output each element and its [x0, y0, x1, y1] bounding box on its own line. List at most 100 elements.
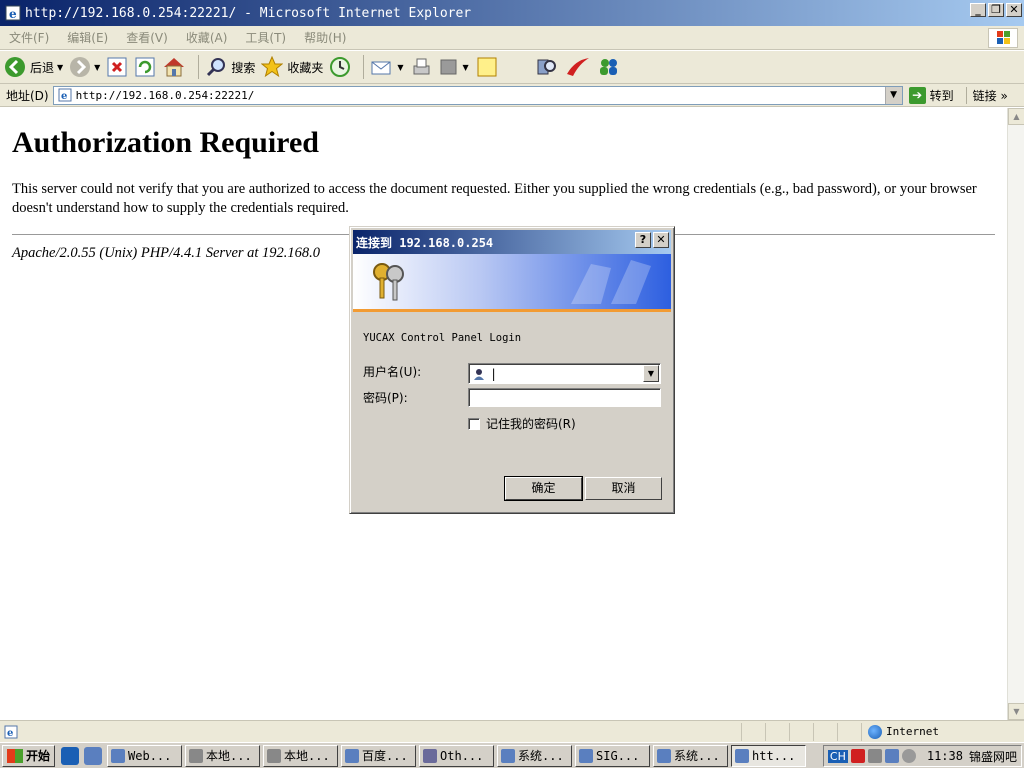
taskbar-item[interactable]: 本地... [263, 744, 339, 767]
page-body: This server could not verify that you ar… [12, 181, 977, 216]
scroll-down-icon[interactable]: ▼ [1008, 703, 1024, 720]
quicklaunch-ie-icon[interactable] [61, 746, 80, 765]
links-button[interactable]: 链接 » [965, 86, 1008, 104]
system-tray: CH 11:38 锦盛网吧 [822, 745, 1022, 767]
back-button[interactable]: 后退 ▼ [4, 53, 63, 81]
password-field[interactable] [468, 388, 661, 407]
taskbar-item[interactable]: Oth... [419, 744, 495, 767]
status-pane [766, 722, 790, 741]
research-button[interactable] [535, 53, 559, 81]
windows-logo-icon [988, 28, 1018, 48]
scroll-up-icon[interactable]: ▲ [1008, 108, 1024, 125]
quicklaunch-app-icon[interactable] [84, 746, 103, 765]
messenger-flag-button[interactable] [565, 53, 591, 81]
task-label: SIG... [596, 748, 640, 763]
tray-flag-icon[interactable] [850, 749, 865, 763]
back-dropdown-icon[interactable]: ▼ [57, 63, 63, 72]
red-swoosh-icon [566, 58, 589, 76]
address-url: http://192.168.0.254:22221/ [75, 88, 255, 102]
ie-task-icon [735, 748, 750, 763]
globe-icon [868, 724, 882, 739]
security-zone: Internet [862, 724, 939, 739]
print-button[interactable] [410, 53, 432, 81]
messenger-button[interactable] [597, 53, 621, 81]
tray-network-icon[interactable] [884, 749, 899, 763]
task-label: 本地... [284, 749, 330, 763]
taskbar-item[interactable]: 百度... [341, 744, 417, 767]
page-status-icon: e [4, 725, 18, 739]
status-pane [790, 722, 814, 741]
history-button[interactable] [329, 53, 351, 81]
menu-help[interactable]: 帮助(H) [304, 29, 346, 46]
favorites-button[interactable]: 收藏夹 [261, 53, 323, 81]
task-label: 系统... [518, 749, 564, 763]
start-button[interactable]: 开始 [2, 744, 56, 767]
task-label: Oth... [440, 748, 484, 763]
ie-task-icon [501, 748, 516, 763]
taskbar-item[interactable]: SIG... [575, 744, 651, 767]
go-label: 转到 [929, 88, 954, 103]
refresh-button[interactable] [134, 53, 156, 81]
banner-watermark-icon [571, 260, 651, 304]
forward-dropdown-icon[interactable]: ▼ [94, 63, 100, 72]
svg-text:e: e [9, 7, 17, 21]
close-window-button[interactable]: ✕ [1006, 3, 1022, 17]
tray-app-icon[interactable] [867, 749, 882, 763]
taskbar-item[interactable]: Web... [107, 744, 183, 767]
taskbar-item[interactable]: 系统... [497, 744, 573, 767]
status-text: e [0, 722, 742, 741]
home-button[interactable] [162, 53, 186, 81]
note-icon [477, 57, 497, 77]
minimize-button[interactable]: _ [970, 3, 986, 17]
tray-volume-icon[interactable] [901, 749, 916, 763]
ok-button[interactable]: 确定 [504, 476, 583, 501]
drive-task-icon [267, 748, 282, 763]
search-label: 搜索 [231, 60, 256, 75]
task-label: 百度... [362, 749, 408, 763]
dialog-close-button[interactable]: ✕ [653, 232, 669, 248]
search-button[interactable]: 搜索 [205, 53, 255, 81]
print-icon [413, 58, 430, 75]
window-titlebar[interactable]: e http://192.168.0.254:22221/ - Microsof… [0, 0, 1024, 26]
mail-button[interactable]: ▼ [370, 53, 404, 81]
mail-dropdown-icon[interactable]: ▼ [397, 63, 403, 72]
username-combobox[interactable]: | ▼ [468, 363, 661, 384]
forward-button[interactable]: ▼ [69, 53, 100, 81]
taskbar-item-active[interactable]: htt... [731, 744, 807, 767]
edit-dropdown-icon[interactable]: ▼ [463, 63, 469, 72]
research-icon [537, 59, 556, 75]
menu-tools[interactable]: 工具(T) [245, 29, 286, 46]
address-dropdown-icon[interactable]: ▼ [884, 86, 902, 104]
dialog-help-button[interactable]: ? [635, 232, 651, 248]
remember-password[interactable]: 记住我的密码(R) [468, 415, 576, 432]
menu-favorites[interactable]: 收藏(A) [186, 29, 228, 46]
restore-button[interactable]: ❐ [988, 3, 1004, 17]
vertical-scrollbar[interactable]: ▲ ▼ [1007, 108, 1024, 720]
go-button[interactable]: ➔ 转到 [908, 86, 954, 104]
ime-indicator[interactable]: CH [827, 749, 848, 763]
discuss-button[interactable] [475, 53, 499, 81]
realm-text: YUCAX Control Panel Login [363, 332, 522, 344]
go-arrow-icon: ➔ [908, 86, 926, 104]
username-label: 用户名(U): [363, 365, 422, 379]
menu-view[interactable]: 查看(V) [126, 29, 168, 46]
address-input[interactable]: e http://192.168.0.254:22221/ ▼ [52, 85, 903, 105]
taskbar-item[interactable]: 系统... [653, 744, 729, 767]
dialog-banner [353, 254, 671, 312]
svg-text:e: e [7, 728, 13, 739]
menu-file[interactable]: 文件(F) [9, 29, 49, 46]
cancel-button[interactable]: 取消 [585, 477, 662, 500]
clock[interactable]: 11:38 [927, 749, 963, 763]
taskbar-item[interactable]: 本地... [185, 744, 261, 767]
stop-button[interactable] [106, 53, 128, 81]
username-dropdown-icon[interactable]: ▼ [643, 365, 659, 382]
refresh-icon [135, 57, 155, 77]
address-bar: 地址(D) e http://192.168.0.254:22221/ ▼ ➔ … [0, 84, 1024, 107]
window-title: http://192.168.0.254:22221/ - Microsoft … [25, 5, 472, 21]
links-label: 链接 [972, 88, 997, 103]
edit-button[interactable]: ▼ [438, 53, 469, 81]
tray-text: 锦盛网吧 [968, 749, 1017, 764]
remember-checkbox[interactable] [468, 417, 480, 430]
dialog-titlebar[interactable]: 连接到 192.168.0.254 ? ✕ [353, 230, 671, 254]
menu-edit[interactable]: 编辑(E) [67, 29, 108, 46]
